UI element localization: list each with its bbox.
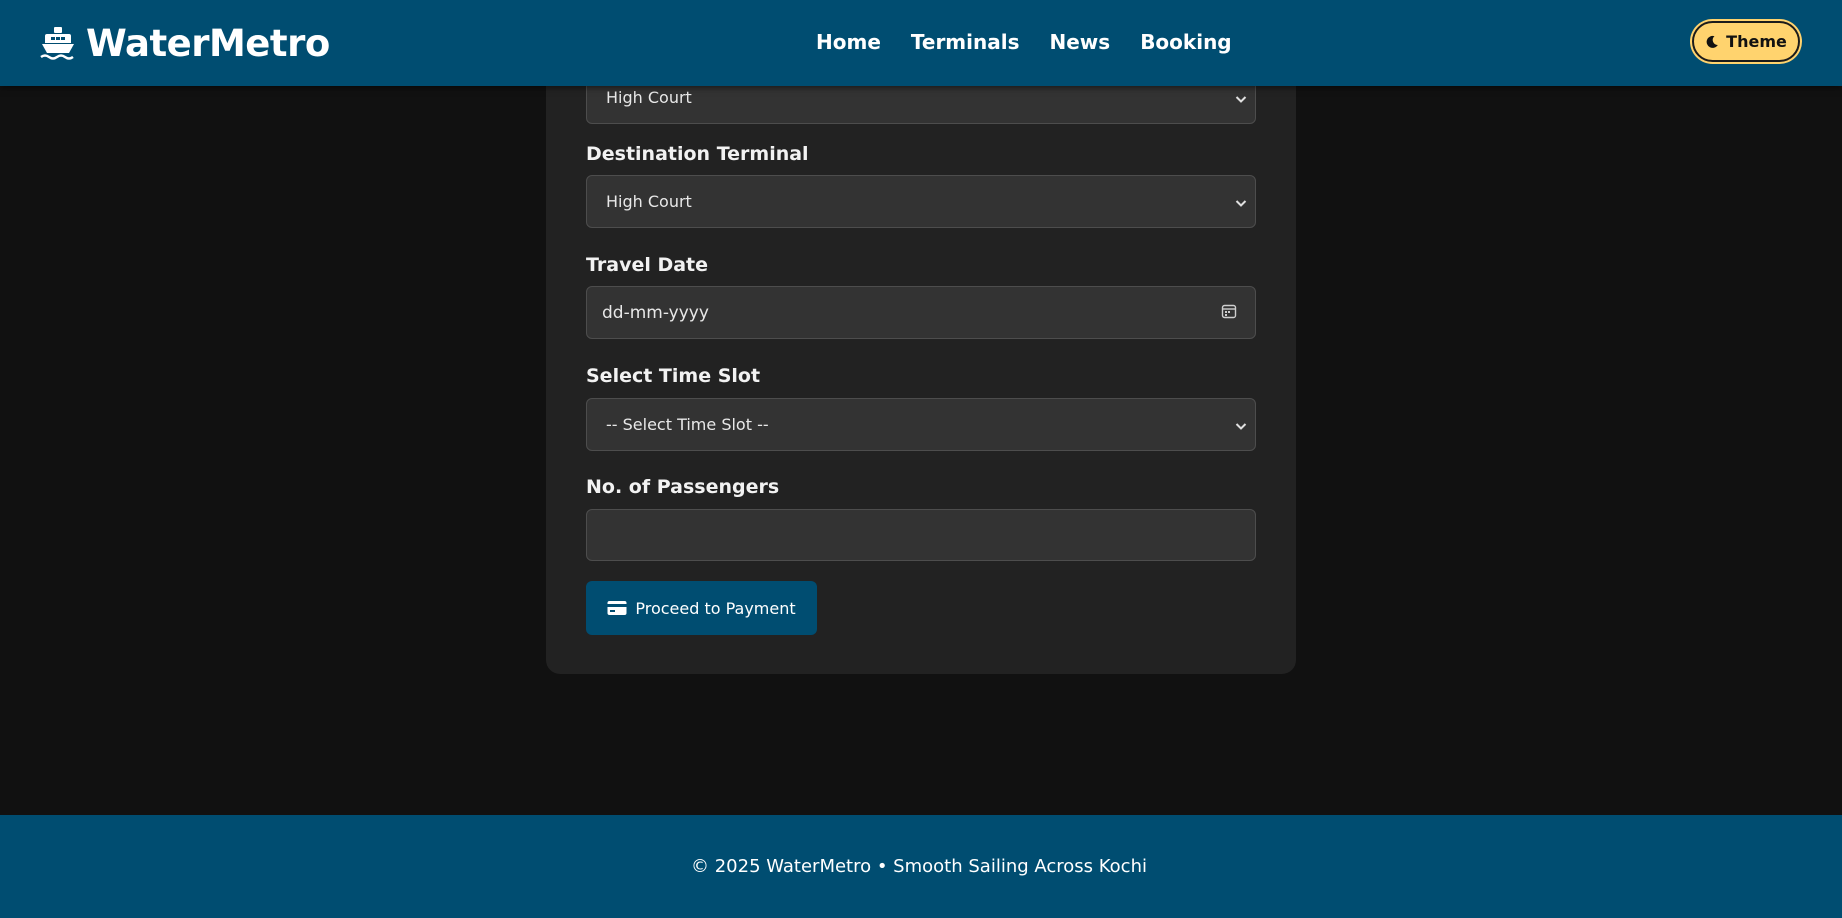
nav-link-terminals[interactable]: Terminals — [911, 30, 1020, 54]
chevron-down-icon — [1235, 88, 1247, 107]
chevron-down-icon — [1235, 192, 1247, 211]
destination-terminal-value: High Court — [606, 192, 692, 211]
source-terminal-value: High Court — [606, 88, 692, 107]
moon-icon — [1705, 35, 1719, 49]
nav-link-home[interactable]: Home — [816, 30, 881, 54]
travel-date-input[interactable]: dd-mm-yyyy — [586, 286, 1256, 339]
brand-name: WaterMetro — [86, 21, 330, 65]
time-slot-value: -- Select Time Slot -- — [606, 415, 769, 434]
ship-icon — [40, 26, 76, 60]
nav-link-booking[interactable]: Booking — [1140, 30, 1231, 54]
credit-card-icon — [607, 600, 627, 616]
time-slot-label: Select Time Slot — [586, 365, 761, 387]
navbar: WaterMetro Home Terminals News Booking T… — [0, 0, 1842, 86]
time-slot-select[interactable]: -- Select Time Slot -- — [586, 398, 1256, 451]
passengers-input[interactable] — [586, 509, 1256, 561]
brand-logo[interactable]: WaterMetro — [40, 18, 330, 68]
calendar-icon[interactable] — [1221, 303, 1237, 323]
chevron-down-icon — [1235, 415, 1247, 434]
passengers-label: No. of Passengers — [586, 476, 780, 498]
footer-copyright: © 2025 WaterMetro • Smooth Sailing Acros… — [690, 856, 1147, 877]
theme-toggle-button[interactable]: Theme — [1692, 21, 1800, 62]
destination-terminal-label: Destination Terminal — [586, 143, 809, 165]
proceed-to-payment-label: Proceed to Payment — [635, 598, 796, 618]
travel-date-placeholder: dd-mm-yyyy — [602, 302, 709, 323]
footer: © 2025 WaterMetro • Smooth Sailing Acros… — [0, 815, 1842, 918]
proceed-to-payment-button[interactable]: Proceed to Payment — [586, 581, 817, 635]
main-nav: Home Terminals News Booking — [816, 30, 1232, 54]
nav-link-news[interactable]: News — [1050, 30, 1111, 54]
destination-terminal-select[interactable]: High Court — [586, 175, 1256, 228]
theme-toggle-label: Theme — [1726, 32, 1787, 51]
booking-form-card: High Court Destination Terminal High Cou… — [546, 40, 1296, 674]
travel-date-label: Travel Date — [586, 254, 709, 276]
